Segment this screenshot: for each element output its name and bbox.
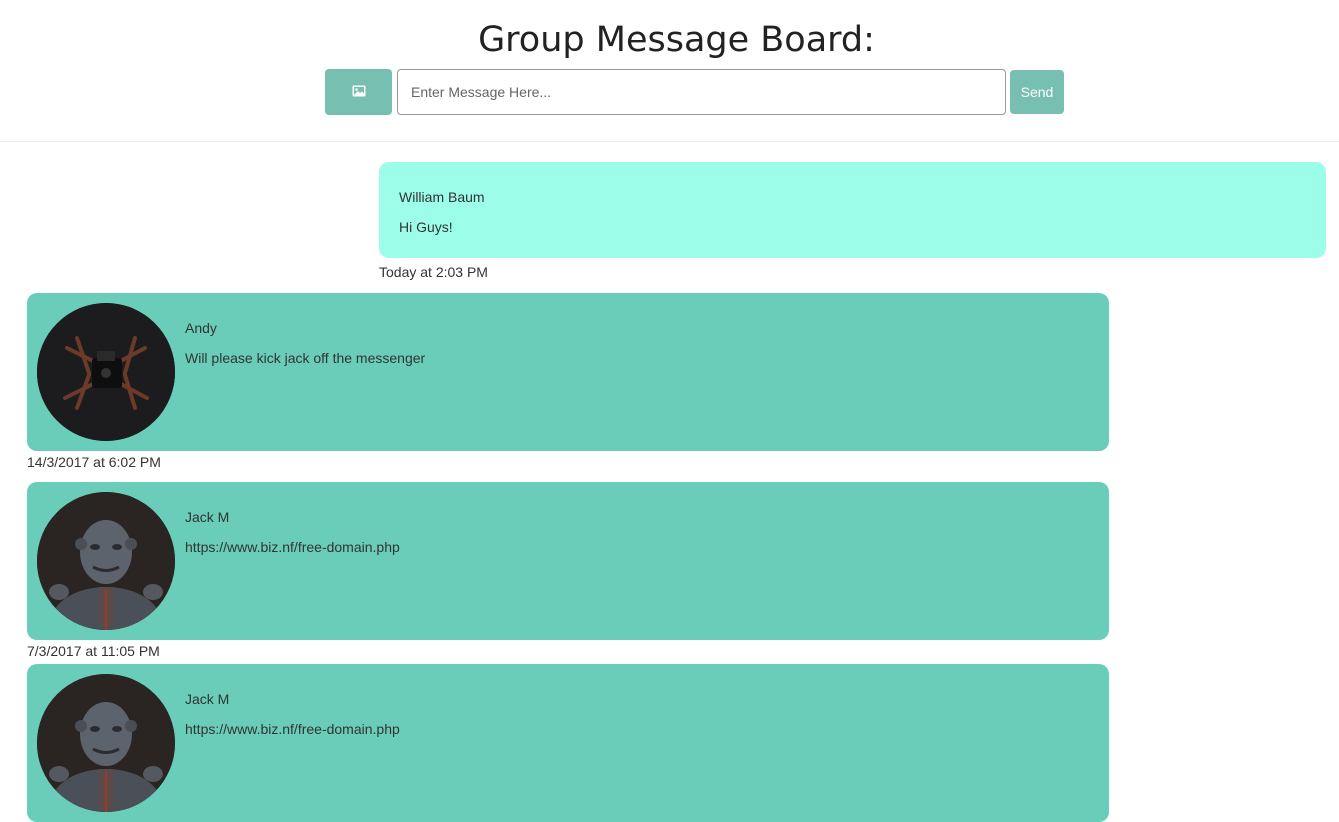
attach-image-button[interactable]	[325, 69, 392, 115]
message-timestamp: Today at 2:03 PM	[379, 264, 488, 280]
message-timestamp: 14/3/2017 at 6:02 PM	[27, 454, 161, 470]
robot-avatar	[37, 674, 175, 812]
robot-avatar	[37, 492, 175, 630]
image-icon	[352, 85, 366, 100]
message-author: Jack M	[185, 691, 230, 707]
message-author: Andy	[185, 320, 217, 336]
message-text: https://www.biz.nf/free-domain.php	[185, 539, 400, 555]
message-bubble: Andy Will please kick jack off the messe…	[27, 293, 1109, 451]
drone-avatar	[37, 303, 175, 441]
message-timestamp: 7/3/2017 at 11:05 PM	[27, 643, 160, 659]
message-bubble: Jack M https://www.biz.nf/free-domain.ph…	[27, 664, 1109, 822]
message-text: Will please kick jack off the messenger	[185, 350, 426, 366]
page-title: Group Message Board:	[478, 20, 875, 60]
message-text: https://www.biz.nf/free-domain.php	[185, 721, 400, 737]
message-author: William Baum	[399, 189, 485, 205]
message-author: Jack M	[185, 509, 230, 525]
send-button[interactable]: Send	[1010, 70, 1064, 114]
message-text: Hi Guys!	[399, 219, 453, 235]
message-bubble: Jack M https://www.biz.nf/free-domain.ph…	[27, 482, 1109, 640]
header: Group Message Board: Send	[0, 0, 1339, 142]
message-bubble-own: William Baum Hi Guys!	[379, 162, 1326, 258]
message-input[interactable]	[397, 69, 1006, 115]
